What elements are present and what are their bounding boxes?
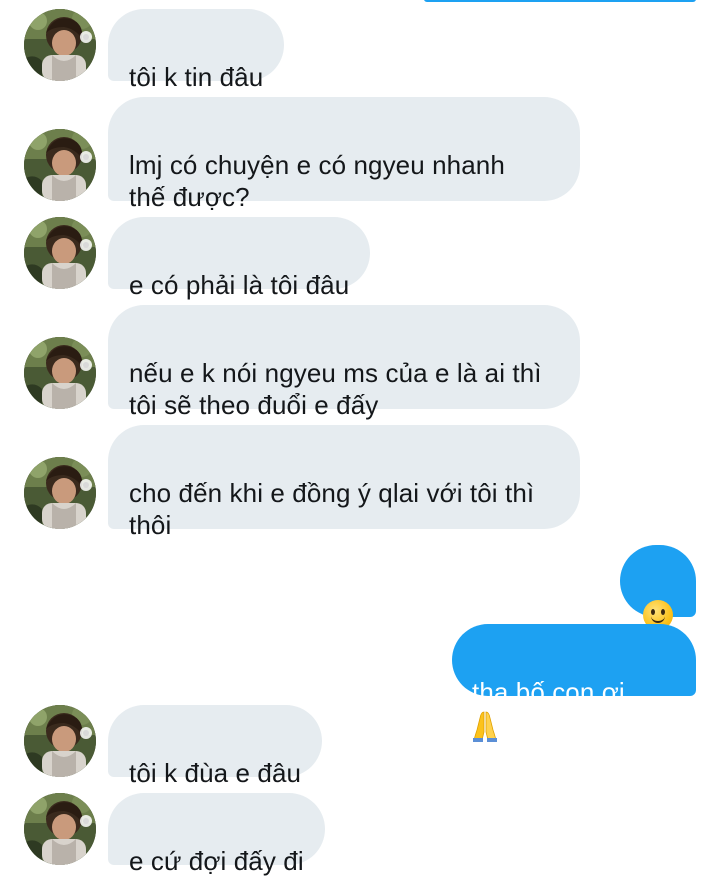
message-text: tôi k đùa e đâu: [129, 758, 302, 788]
avatar[interactable]: [24, 337, 96, 409]
message-text: cho đến khi e đồng ý qlai với tôi thì th…: [129, 478, 535, 540]
message-row: cho đến khi e đồng ý qlai với tôi thì th…: [0, 425, 720, 540]
message-row: lmj có chuyện e có ngyeu nhanh thế được?: [0, 97, 720, 212]
incoming-message-bubble[interactable]: cho đến khi e đồng ý qlai với tôi thì th…: [108, 425, 580, 540]
message-text: nếu e k nói ngyeu ms của e là ai thì tôi…: [129, 358, 542, 420]
message-row: e cứ đợi đấy đi: [0, 793, 720, 876]
avatar[interactable]: [24, 457, 96, 529]
incoming-message-bubble[interactable]: tôi k tin đâu: [108, 9, 285, 92]
message-text: tôi k tin đâu: [129, 62, 264, 92]
message-text: e có phải là tôi đâu: [129, 270, 350, 300]
outgoing-message-bubble[interactable]: tha bố con ơi: [452, 624, 696, 743]
previous-message-bubble-edge: [424, 0, 696, 2]
avatar[interactable]: [24, 217, 96, 289]
avatar[interactable]: [24, 793, 96, 865]
incoming-message-bubble[interactable]: nếu e k nói ngyeu ms của e là ai thì tôi…: [108, 305, 580, 420]
message-text: tha bố con ơi: [472, 677, 625, 707]
message-row: tha bố con ơi: [0, 624, 720, 743]
incoming-message-bubble[interactable]: tôi k đùa e đâu: [108, 705, 323, 788]
outgoing-message-bubble[interactable]: [620, 545, 696, 631]
incoming-message-bubble[interactable]: e cứ đợi đấy đi: [108, 793, 325, 876]
avatar[interactable]: [24, 9, 96, 81]
avatar[interactable]: [24, 705, 96, 777]
message-row: e có phải là tôi đâu: [0, 217, 720, 300]
incoming-message-bubble[interactable]: e có phải là tôi đâu: [108, 217, 371, 300]
incoming-message-bubble[interactable]: lmj có chuyện e có ngyeu nhanh thế được?: [108, 97, 580, 212]
avatar[interactable]: [24, 129, 96, 201]
message-row: nếu e k nói ngyeu ms của e là ai thì tôi…: [0, 305, 720, 420]
message-text: lmj có chuyện e có ngyeu nhanh thế được?: [129, 150, 505, 212]
message-row: tôi k tin đâu: [0, 9, 720, 92]
message-text: e cứ đợi đấy đi: [129, 846, 304, 876]
message-row: [0, 545, 720, 631]
message-row: tôi k đùa e đâu: [0, 705, 720, 788]
